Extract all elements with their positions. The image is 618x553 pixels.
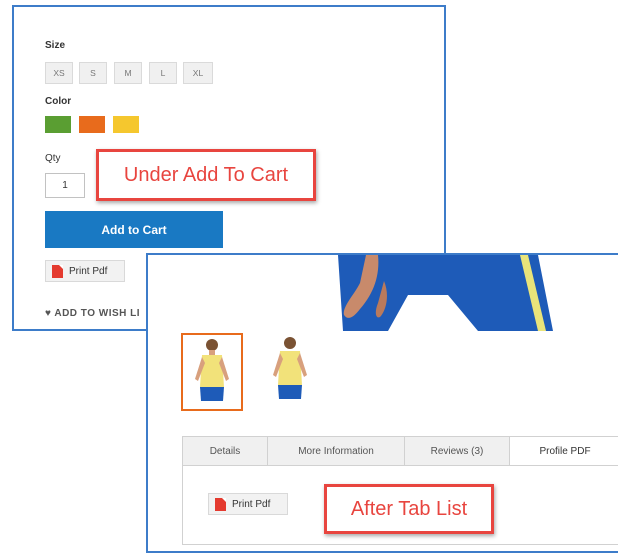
tab-profile-pdf[interactable]: Profile PDF bbox=[509, 436, 618, 466]
size-label: Size bbox=[45, 40, 66, 51]
after-tab-list-callout: After Tab List bbox=[324, 484, 494, 534]
size-swatch-xl[interactable]: XL bbox=[183, 62, 213, 84]
qty-label: Qty bbox=[45, 153, 61, 164]
product-tabs: Details More Information Reviews (3) Pro… bbox=[182, 436, 618, 466]
under-add-to-cart-callout: Under Add To Cart bbox=[96, 149, 316, 201]
wishlist-label: ADD TO WISH LI bbox=[54, 308, 141, 319]
color-swatch-green[interactable] bbox=[45, 116, 71, 133]
print-pdf-button-top[interactable]: Print Pdf bbox=[45, 260, 125, 282]
model-front-thumbnail bbox=[195, 339, 229, 401]
size-swatch-l[interactable]: L bbox=[149, 62, 177, 84]
model-pants-image bbox=[338, 255, 553, 331]
product-tabs-panel: Details More Information Reviews (3) Pro… bbox=[146, 253, 618, 553]
heart-icon: ♥ bbox=[45, 308, 52, 319]
print-pdf-label: Print Pdf bbox=[232, 498, 271, 510]
tab-details[interactable]: Details bbox=[182, 436, 268, 466]
size-swatch-m[interactable]: M bbox=[114, 62, 142, 84]
add-to-cart-button[interactable]: Add to Cart bbox=[45, 211, 223, 248]
thumbnail-front[interactable] bbox=[181, 333, 243, 411]
color-label: Color bbox=[45, 96, 72, 107]
print-pdf-button-tab[interactable]: Print Pdf bbox=[208, 493, 288, 515]
pdf-icon bbox=[215, 497, 226, 511]
product-main-image bbox=[148, 255, 618, 331]
color-swatch-orange[interactable] bbox=[79, 116, 105, 133]
print-pdf-label: Print Pdf bbox=[69, 265, 108, 277]
pdf-icon bbox=[52, 264, 63, 278]
color-swatch-yellow[interactable] bbox=[113, 116, 139, 133]
tab-more-information[interactable]: More Information bbox=[267, 436, 405, 466]
qty-input[interactable]: 1 bbox=[45, 173, 85, 198]
add-to-wishlist-link[interactable]: ♥ ADD TO WISH LI bbox=[45, 308, 140, 319]
size-swatch-xs[interactable]: XS bbox=[45, 62, 73, 84]
tab-reviews[interactable]: Reviews (3) bbox=[404, 436, 510, 466]
size-swatch-s[interactable]: S bbox=[79, 62, 107, 84]
thumbnail-back[interactable] bbox=[261, 333, 323, 411]
model-back-thumbnail bbox=[273, 337, 307, 399]
